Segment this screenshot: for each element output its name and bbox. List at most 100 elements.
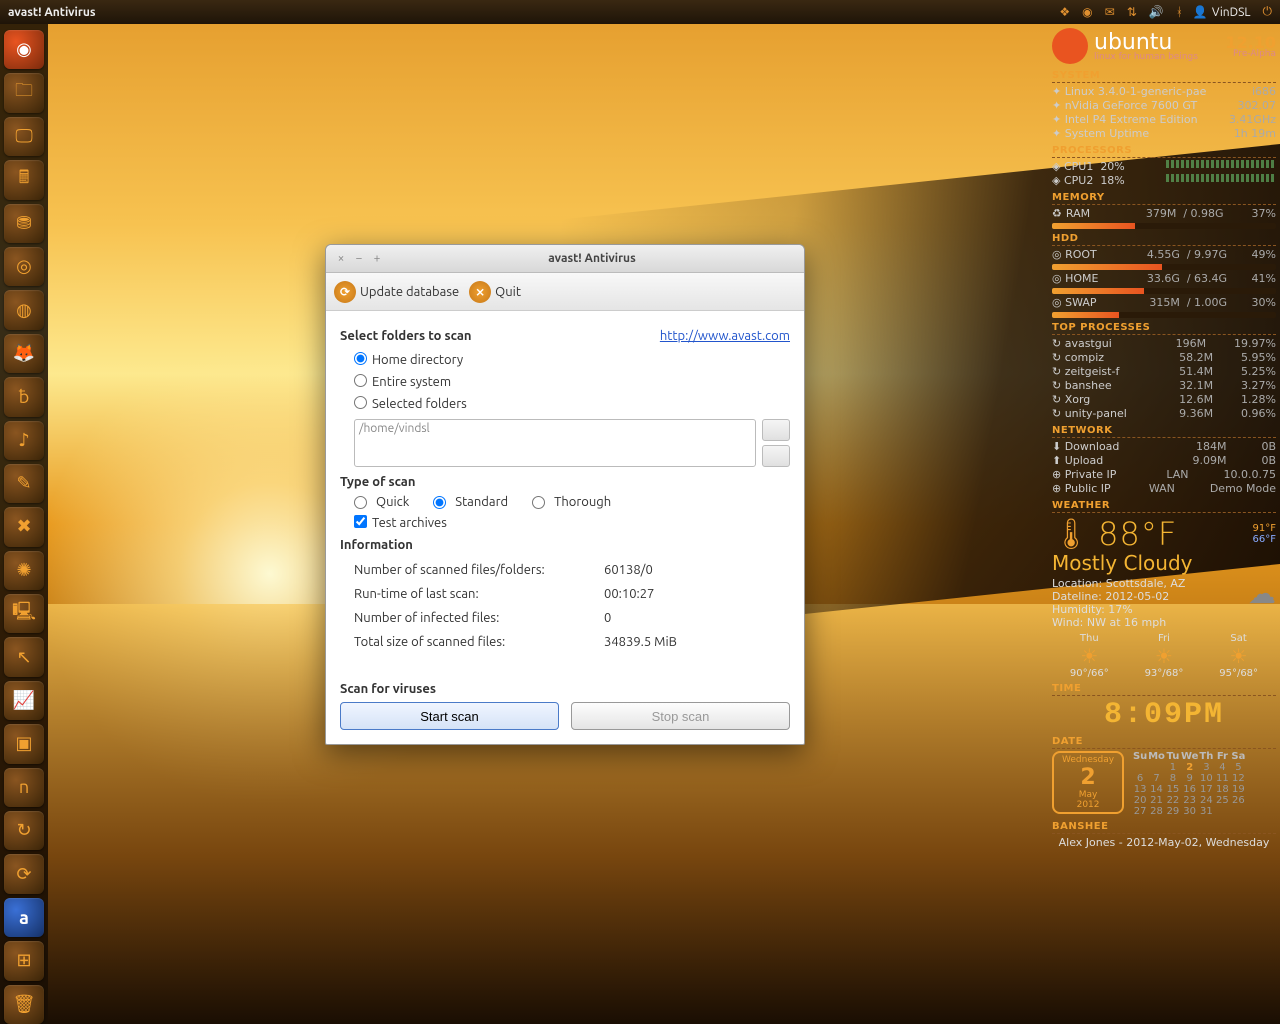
date-heading: DATE bbox=[1052, 736, 1276, 749]
pointer-icon[interactable]: ↖ bbox=[4, 637, 44, 676]
infected-value: 0 bbox=[604, 606, 790, 630]
files-icon[interactable]: 🗀 bbox=[4, 73, 44, 112]
ubuntu-tag: linux for human beings bbox=[1094, 52, 1198, 62]
ubuntu-circle-icon bbox=[1052, 28, 1088, 64]
system-heading: SYSTEM bbox=[1052, 70, 1276, 83]
radio-home[interactable]: Home directory bbox=[354, 349, 790, 371]
scan-heading: Scan for viruses bbox=[340, 682, 790, 696]
thermometer-icon: 🌡 bbox=[1052, 517, 1090, 552]
weather-temp: 88°F bbox=[1098, 515, 1177, 553]
system-monitor-icon[interactable]: 📈 bbox=[4, 681, 44, 720]
editor-icon[interactable]: ✎ bbox=[4, 464, 44, 503]
system-row: ✦ Linux 3.4.0-1-generic-paei686 bbox=[1052, 85, 1276, 99]
stop-scan-button[interactable]: Stop scan bbox=[571, 702, 790, 730]
user-name: VinDSL bbox=[1212, 6, 1251, 19]
hdd-row: ◎ ROOT4.55G / 9.97G 49% bbox=[1052, 248, 1276, 262]
display-icon[interactable]: 🖵 bbox=[4, 117, 44, 156]
system-row: ✦ nVidia GeForce 7600 GT302.07 bbox=[1052, 99, 1276, 113]
minimize-button[interactable]: − bbox=[352, 252, 366, 265]
radio-selected[interactable]: Selected folders bbox=[354, 393, 790, 415]
tools-icon[interactable]: ✖ bbox=[4, 507, 44, 546]
scanned-value: 60138/0 bbox=[604, 558, 790, 582]
radio-standard[interactable]: Standard bbox=[433, 495, 508, 509]
time-heading: TIME bbox=[1052, 683, 1276, 696]
processors-heading: PROCESSORS bbox=[1052, 145, 1276, 158]
firefox-icon[interactable]: 🦊 bbox=[4, 334, 44, 373]
top-process-row: ↻ zeitgeist-f51.4M 5.25% bbox=[1052, 365, 1276, 379]
dash-icon[interactable]: ◉ bbox=[4, 30, 44, 69]
runtime-label: Run-time of last scan: bbox=[354, 582, 604, 606]
scan-target-group: Home directory Entire system Selected fo… bbox=[354, 349, 790, 415]
user-menu[interactable]: 👤 VinDSL bbox=[1193, 5, 1251, 19]
trash-icon[interactable]: 🗑 bbox=[4, 985, 44, 1024]
time-display: 8:09PM bbox=[1052, 698, 1276, 732]
weather-location: Location: Scottsdale, AZ bbox=[1052, 577, 1242, 590]
window-body: Select folders to scan http://www.avast.… bbox=[326, 311, 804, 744]
scan-type-group: Quick Standard Thorough bbox=[354, 495, 790, 509]
titlebar[interactable]: × − + avast! Antivirus bbox=[326, 245, 804, 273]
restart-icon[interactable]: ⟳ bbox=[4, 854, 44, 893]
ram-bar bbox=[1052, 223, 1276, 229]
radio-entire[interactable]: Entire system bbox=[354, 371, 790, 393]
information-heading: Information bbox=[340, 538, 790, 552]
close-button[interactable]: × bbox=[334, 252, 348, 265]
test-archives-checkbox[interactable]: Test archives bbox=[354, 516, 447, 530]
remove-path-button[interactable] bbox=[762, 445, 790, 467]
path-input[interactable]: /home/vindsl bbox=[354, 419, 756, 467]
maximize-button[interactable]: + bbox=[370, 252, 384, 265]
top-heading: TOP PROCESSES bbox=[1052, 322, 1276, 335]
workspace-switcher-icon[interactable]: ⊞ bbox=[4, 941, 44, 980]
network-heading: NETWORK bbox=[1052, 425, 1276, 438]
cpu-row: ◈ CPU1 20% bbox=[1052, 160, 1276, 174]
quit-button[interactable]: ⨯ Quit bbox=[469, 281, 521, 303]
hdd-row: ◎ HOME33.6G / 63.4G 41% bbox=[1052, 272, 1276, 286]
font-icon[interactable]: ƀ bbox=[4, 377, 44, 416]
hdd-heading: HDD bbox=[1052, 233, 1276, 246]
sound-icon[interactable]: 🔊 bbox=[1149, 5, 1164, 19]
window-title: avast! Antivirus bbox=[8, 6, 96, 19]
power-icon[interactable]: ⏻ bbox=[1263, 5, 1273, 19]
window-caption: avast! Antivirus bbox=[388, 252, 796, 265]
update-label: Update database bbox=[360, 285, 459, 299]
settings-icon[interactable]: ✺ bbox=[4, 551, 44, 590]
add-path-button[interactable] bbox=[762, 419, 790, 441]
avast-window: × − + avast! Antivirus ⟳ Update database… bbox=[325, 244, 805, 745]
drive-icon[interactable]: ⛃ bbox=[4, 204, 44, 243]
top-process-row: ↻ avastgui196M 19.97% bbox=[1052, 337, 1276, 351]
weather-wind: Wind: NW at 16 mph bbox=[1052, 616, 1242, 629]
network-row: ⬇ Download184M 0B bbox=[1052, 440, 1276, 454]
date-box: Wednesday 2 May 2012 bbox=[1052, 751, 1124, 814]
forecast-day: Thu☀90°/66° bbox=[1070, 633, 1109, 679]
update-database-button[interactable]: ⟳ Update database bbox=[334, 281, 459, 303]
monitor-icon[interactable]: 🖳 bbox=[4, 594, 44, 633]
infected-label: Number of infected files: bbox=[354, 606, 604, 630]
select-folders-heading: Select folders to scan bbox=[340, 329, 471, 343]
avast-icon[interactable]: a bbox=[4, 898, 44, 937]
cloud-icon: ☁ bbox=[1248, 577, 1276, 629]
calculator-icon[interactable]: 🖩 bbox=[4, 160, 44, 199]
top-process-row: ↻ banshee32.1M 3.27% bbox=[1052, 379, 1276, 393]
indicator-app-icon[interactable]: ❖ bbox=[1059, 5, 1070, 19]
ubuntu-one-icon[interactable]: ◉ bbox=[1082, 5, 1092, 19]
radio-quick[interactable]: Quick bbox=[354, 495, 409, 509]
system-row: ✦ Intel P4 Extreme Edition3.41GHz bbox=[1052, 113, 1276, 127]
radio-thorough[interactable]: Thorough bbox=[532, 495, 611, 509]
info-grid: Number of scanned files/folders:60138/0 … bbox=[354, 558, 790, 654]
nvidia-icon[interactable]: n bbox=[4, 768, 44, 807]
toolbar: ⟳ Update database ⨯ Quit bbox=[326, 273, 804, 311]
calendar: SuMoTuWeThFrSa12345678910111213141516171… bbox=[1132, 751, 1246, 817]
ubuntu-vertag: Pre-Alpha bbox=[1225, 49, 1276, 59]
messages-icon[interactable]: ✉ bbox=[1105, 5, 1115, 19]
avast-link[interactable]: http://www.avast.com bbox=[660, 329, 790, 343]
network-icon[interactable]: ⇅ bbox=[1127, 5, 1137, 19]
weather-date: Dateline: 2012-05-02 bbox=[1052, 590, 1242, 603]
music-icon[interactable]: ♪ bbox=[4, 421, 44, 460]
terminal-icon[interactable]: ▣ bbox=[4, 724, 44, 763]
disc-icon[interactable]: ◎ bbox=[4, 247, 44, 286]
bluetooth-icon[interactable]: ᚼ bbox=[1176, 6, 1183, 19]
chrome-icon[interactable]: ◍ bbox=[4, 290, 44, 329]
update-icon[interactable]: ↻ bbox=[4, 811, 44, 850]
start-scan-button[interactable]: Start scan bbox=[340, 702, 559, 730]
system-row: ✦ System Uptime1h 19m bbox=[1052, 127, 1276, 141]
network-row: ⊕ Public IPWAN Demo Mode bbox=[1052, 482, 1276, 496]
